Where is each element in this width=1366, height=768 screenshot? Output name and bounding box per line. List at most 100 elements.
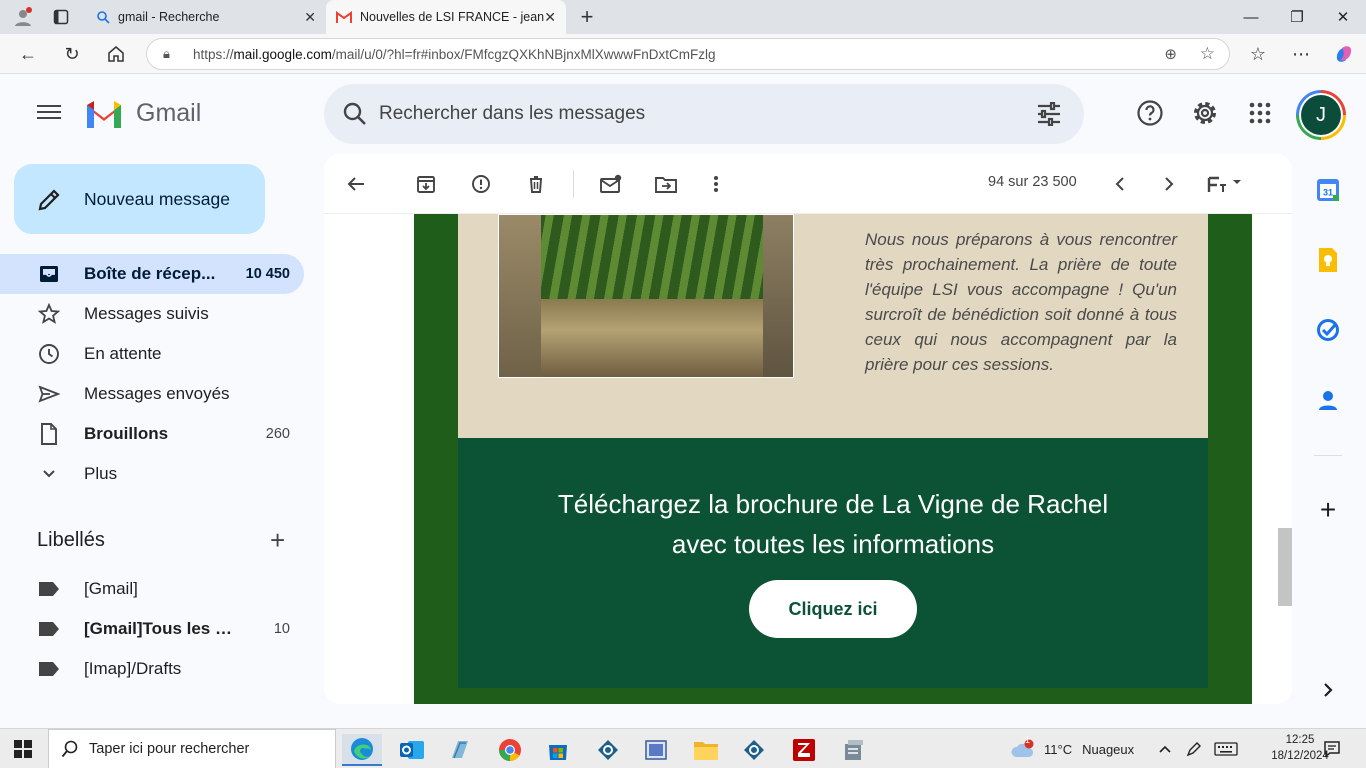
gmail-favicon-icon: [336, 11, 352, 23]
compose-button[interactable]: Nouveau message: [14, 164, 265, 234]
network-app-icon-2[interactable]: [734, 734, 774, 766]
mail-search-bar[interactable]: [324, 84, 1084, 144]
account-avatar[interactable]: J: [1296, 90, 1346, 140]
sidebar-item-snoozed[interactable]: En attente: [0, 334, 304, 374]
archive-icon[interactable]: [414, 172, 438, 196]
draft-file-icon: [38, 423, 60, 445]
sidebar-item-label: Plus: [84, 464, 118, 483]
google-apps-icon[interactable]: [1245, 98, 1275, 128]
cta-line-1: Téléchargez la brochure de La Vigne de R…: [557, 489, 1109, 519]
search-input[interactable]: [379, 98, 1019, 130]
gmail-logo-icon: [87, 101, 121, 128]
profile-icon[interactable]: [12, 6, 34, 28]
sidebar-label-gmail[interactable]: [Gmail]: [0, 569, 304, 609]
brochure-download-button[interactable]: Cliquez ici: [749, 580, 917, 638]
sidebar-item-label: Messages envoyés: [84, 384, 230, 403]
edge-browser-icon[interactable]: [342, 734, 382, 766]
sidebar-item-label: Boîte de récep...: [84, 264, 216, 283]
pen-tray-icon[interactable]: [1186, 729, 1202, 768]
sidebar-label-all-mail[interactable]: [Gmail]Tous les m... 10: [0, 609, 304, 649]
new-tab-icon[interactable]: +: [576, 4, 598, 29]
inbox-icon: [38, 263, 60, 285]
url-field[interactable]: 🔒︎ https://mail.google.com/mail/u/0/?hl=…: [146, 38, 1230, 70]
prayer-paragraph: Nous nous préparons à vous rencontrer tr…: [865, 230, 1177, 374]
compose-label: Nouveau message: [84, 188, 230, 209]
more-icon[interactable]: ⋯: [1288, 42, 1314, 66]
more-options-icon[interactable]: [704, 172, 728, 196]
google-tasks-icon[interactable]: [1312, 314, 1344, 346]
windows-start-icon[interactable]: [14, 740, 32, 758]
label-tag-icon: [38, 658, 60, 680]
zoom-icon[interactable]: ⊕: [1164, 45, 1177, 63]
photo-viewer-icon[interactable]: [636, 734, 676, 766]
taskbar-search-box[interactable]: Taper ici pour rechercher: [48, 729, 336, 768]
sidebar-label-imap-drafts[interactable]: [Imap]/Drafts: [0, 649, 304, 689]
add-label-icon[interactable]: +: [270, 527, 285, 553]
show-hidden-icons-chevron-icon[interactable]: [1158, 729, 1172, 768]
site-info-icon[interactable]: 🔒︎: [163, 46, 170, 62]
tab-gmail-recherche[interactable]: gmail - Recherche ✕: [86, 0, 326, 34]
settings-gear-icon[interactable]: [1190, 98, 1220, 128]
hide-side-panel-chevron-icon[interactable]: [1312, 674, 1344, 706]
get-addons-plus-icon[interactable]: +: [1312, 494, 1344, 526]
sidebar-item-starred[interactable]: Messages suivis: [0, 294, 304, 334]
sidebar-item-drafts[interactable]: Brouillons 260: [0, 414, 304, 454]
window-close-icon[interactable]: ✕: [1320, 0, 1366, 34]
tab-lsi-newsletter[interactable]: Nouvelles de LSI FRANCE - jeany ✕: [326, 0, 566, 34]
keyboard-tray-icon[interactable]: [1214, 729, 1238, 768]
report-spam-icon[interactable]: [469, 172, 493, 196]
move-to-folder-icon[interactable]: [654, 172, 678, 196]
copilot-icon[interactable]: [1331, 42, 1357, 66]
close-tab-icon[interactable]: ✕: [304, 9, 316, 26]
help-icon[interactable]: [1135, 98, 1165, 128]
older-chevron-right-icon[interactable]: [1157, 172, 1181, 196]
back-to-inbox-icon[interactable]: [344, 172, 368, 196]
search-icon: [61, 740, 78, 758]
tab-title: gmail - Recherche: [118, 10, 220, 24]
outlook-icon[interactable]: [392, 734, 432, 766]
message-toolbar: 94 sur 23 500: [324, 154, 1292, 214]
google-calendar-icon[interactable]: 31: [1312, 174, 1344, 206]
chevron-down-icon: [38, 463, 60, 485]
address-bar-row: ← ↻ 🔒︎ https://mail.google.com/mail/u/0/…: [0, 34, 1366, 74]
windows-taskbar: Taper ici pour rechercher 1 11°C Nuageux: [0, 728, 1366, 768]
notes-app-icon[interactable]: [440, 734, 480, 766]
weather-widget[interactable]: 1 11°C Nuageux: [1010, 729, 1134, 768]
restore-icon[interactable]: ❐: [1274, 0, 1320, 34]
reading-pane-scrollbar[interactable]: [1278, 528, 1292, 606]
input-tools-icon[interactable]: [1204, 172, 1248, 196]
filezilla-icon[interactable]: [784, 734, 824, 766]
browser-tab-strip: gmail - Recherche ✕ Nouvelles de LSI FRA…: [0, 0, 1366, 34]
sidebar-item-sent[interactable]: Messages envoyés: [0, 374, 304, 414]
newer-chevron-left-icon[interactable]: [1108, 172, 1132, 196]
delete-trash-icon[interactable]: [524, 172, 548, 196]
sidebar-item-more[interactable]: Plus: [0, 454, 304, 494]
home-icon[interactable]: [103, 42, 129, 66]
favorites-icon[interactable]: ☆: [1245, 42, 1271, 66]
refresh-icon[interactable]: ↻: [59, 42, 85, 66]
sidebar-item-inbox[interactable]: Boîte de récep... 10 450: [0, 254, 304, 294]
file-explorer-icon[interactable]: [686, 734, 726, 766]
network-app-icon[interactable]: [588, 734, 628, 766]
microsoft-store-icon[interactable]: [538, 734, 578, 766]
google-contacts-icon[interactable]: [1312, 384, 1344, 416]
chrome-icon[interactable]: [490, 734, 530, 766]
close-tab-icon[interactable]: ✕: [544, 9, 556, 26]
sidebar-item-label: Messages suivis: [84, 304, 209, 323]
toolbar-divider: [573, 170, 574, 198]
star-icon: [38, 303, 60, 325]
minimize-icon[interactable]: —: [1228, 0, 1274, 34]
sidebar-item-label: En attente: [84, 344, 162, 363]
search-filters-icon[interactable]: [1036, 102, 1062, 126]
search-icon[interactable]: [342, 101, 368, 127]
notifications-icon[interactable]: [1323, 729, 1341, 768]
server-app-icon[interactable]: [834, 734, 874, 766]
favorite-star-icon[interactable]: ☆: [1200, 44, 1215, 64]
gmail-wordmark: Gmail: [136, 99, 202, 127]
google-keep-icon[interactable]: [1312, 244, 1344, 276]
mark-unread-icon[interactable]: [599, 172, 623, 196]
tab-actions-icon[interactable]: [50, 6, 72, 28]
weather-temperature: 11°C: [1044, 741, 1073, 757]
main-menu-icon[interactable]: [36, 101, 62, 127]
back-icon[interactable]: ←: [15, 42, 41, 66]
